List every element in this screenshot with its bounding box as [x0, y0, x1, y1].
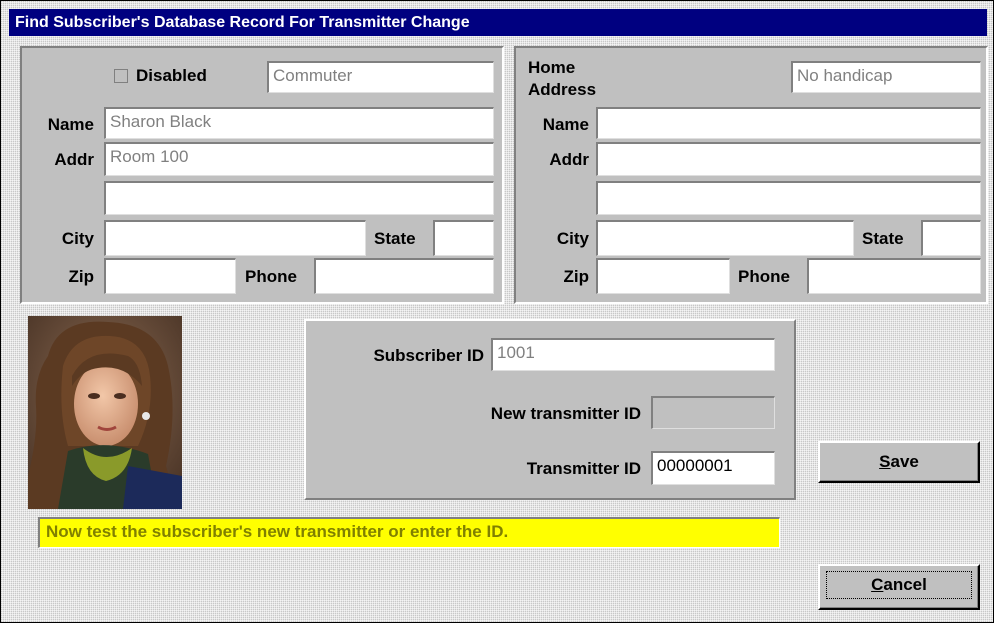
home-addr-label: Addr — [549, 150, 589, 169]
category-field[interactable]: Commuter — [267, 61, 494, 93]
home-city-field[interactable] — [596, 220, 854, 256]
state-field[interactable] — [433, 220, 494, 256]
window-title: Find Subscriber's Database Record For Tr… — [9, 9, 987, 36]
address-label: Address — [528, 80, 597, 99]
cancel-label: ancel — [883, 575, 927, 594]
cancel-mnemonic: C — [871, 575, 884, 594]
home-phone-label: Phone — [738, 267, 790, 286]
handicap-field[interactable]: No handicap — [791, 61, 981, 93]
new-transmitter-id-field — [651, 396, 775, 429]
new-transmitter-id-label: New transmitter ID — [490, 404, 641, 423]
city-field[interactable] — [104, 220, 366, 256]
subscriber-photo — [28, 316, 182, 509]
transmitter-id-field[interactable]: 00000001 — [651, 451, 775, 485]
zip-field[interactable] — [104, 258, 236, 294]
save-label: ave — [890, 452, 919, 471]
home-addr-line2-field[interactable] — [596, 181, 981, 215]
addr-label: Addr — [54, 150, 94, 169]
dialog-window: Find Subscriber's Database Record For Tr… — [0, 0, 994, 623]
save-mnemonic: S — [879, 452, 891, 471]
save-button[interactable]: Save — [818, 441, 980, 483]
portrait-image — [28, 316, 182, 509]
subscriber-id-label: Subscriber ID — [373, 346, 484, 365]
home-state-field[interactable] — [921, 220, 981, 256]
status-message: Now test the subscriber's new transmitte… — [38, 517, 780, 548]
addr-line1-field[interactable]: Room 100 — [104, 142, 494, 176]
city-label: City — [61, 229, 94, 248]
transmitter-id-label: Transmitter ID — [526, 459, 641, 478]
zip-label: Zip — [68, 267, 95, 286]
disabled-checkbox[interactable] — [114, 69, 128, 83]
home-zip-field[interactable] — [596, 258, 730, 294]
subscriber-id-field[interactable]: 1001 — [491, 338, 775, 371]
home-state-label: State — [862, 229, 904, 248]
addr-line2-field[interactable] — [104, 181, 494, 215]
home-phone-field[interactable] — [807, 258, 981, 294]
home-label: Home — [528, 58, 576, 77]
state-label: State — [374, 229, 416, 248]
home-name-label: Name — [542, 115, 589, 134]
home-name-field[interactable] — [596, 107, 981, 139]
disabled-label: Disabled — [136, 66, 207, 85]
home-zip-label: Zip — [563, 267, 590, 286]
home-city-label: City — [556, 229, 589, 248]
cancel-button[interactable]: Cancel — [818, 564, 980, 610]
phone-field[interactable] — [314, 258, 494, 294]
name-label: Name — [47, 115, 94, 134]
home-addr-line1-field[interactable] — [596, 142, 981, 176]
phone-label: Phone — [245, 267, 297, 286]
name-field[interactable]: Sharon Black — [104, 107, 494, 139]
